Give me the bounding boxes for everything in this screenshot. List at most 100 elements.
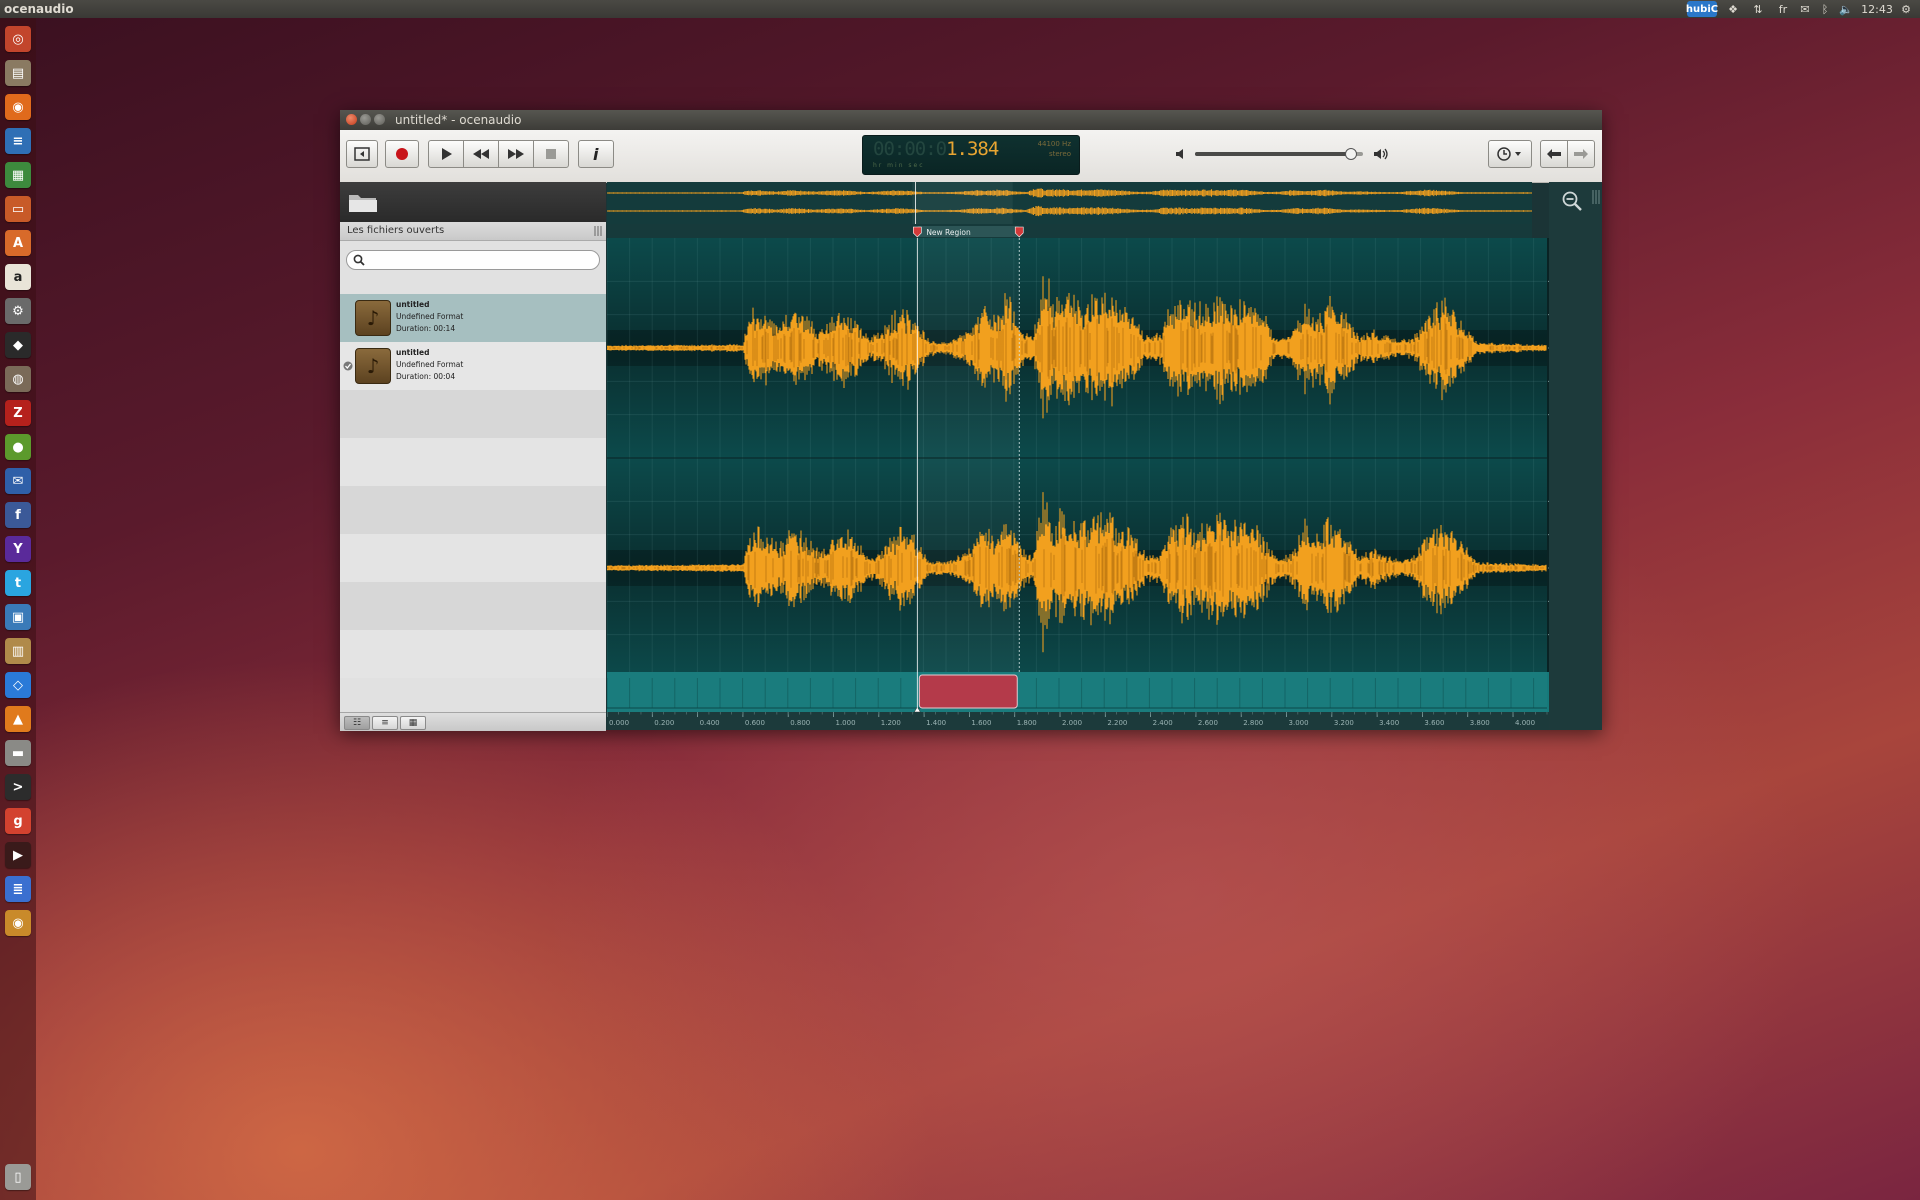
sidebar-footer: ☷ ≡ ▦ [340,712,606,731]
details-view-button[interactable]: ☷ [344,716,370,730]
volume-slider[interactable] [1195,148,1363,160]
software-center-icon[interactable]: A [5,230,31,256]
info-icon: i [593,146,599,162]
x-tick-label: 3.800 [1470,719,1490,727]
arrow-left-icon [1547,149,1561,159]
time-units: hr min sec [873,162,925,169]
remote-desktop-icon[interactable]: ▣ [5,604,31,630]
close-window-button[interactable] [346,114,357,125]
history-dropdown-button[interactable] [1488,140,1532,168]
hubic-indicator[interactable]: hubiC [1686,1,1718,17]
dropbox-icon[interactable]: ◇ [5,672,31,698]
x-tick-label: 2.200 [1107,719,1127,727]
youtube-icon[interactable]: ▶ [5,842,31,868]
impress-icon[interactable]: ▭ [5,196,31,222]
inkscape-icon[interactable]: ◆ [5,332,31,358]
file-search-field[interactable] [346,250,600,270]
x-tick-label: 0.000 [609,719,629,727]
volume-low-icon [1176,149,1183,159]
open-folder-icon[interactable] [348,190,378,214]
sidebar-header [340,182,606,222]
yahoo-icon[interactable]: Y [5,536,31,562]
volume-slider-fill [1195,152,1352,156]
x-tick-label: 3.200 [1334,719,1354,727]
panel-grip-icon[interactable] [1592,190,1600,204]
twitter-icon[interactable]: t [5,570,31,596]
x-tick-label: 2.800 [1243,719,1263,727]
region-bar[interactable]: New Region [607,224,1532,238]
calc-icon[interactable]: ▦ [5,162,31,188]
x-tick-label: 1.800 [1017,719,1037,727]
minimize-window-button[interactable] [360,114,371,125]
ubuntu-dash-icon[interactable]: ◎ [5,26,31,52]
rewind-button[interactable] [463,140,499,168]
tomato-icon[interactable]: ● [5,434,31,460]
fast-forward-icon [508,149,524,159]
dropbox-indicator-icon[interactable]: ❖ [1725,1,1741,17]
stop-button[interactable] [533,140,569,168]
file-format: Undefined Format [396,312,464,321]
search-icon [353,254,365,266]
file-list-item[interactable]: ♪ untitled Undefined Format Duration: 00… [340,342,606,390]
volume-indicator-icon[interactable]: 🔈 [1838,1,1854,17]
region-label: New Region [926,228,971,237]
redo-button[interactable] [1567,140,1595,168]
vlc-icon[interactable]: ▲ [5,706,31,732]
ocenaudio-window: untitled* - ocenaudio i 00:00:01.384 441… [340,110,1602,731]
volume-slider-handle[interactable] [1345,148,1358,160]
grid-view-button[interactable]: ▦ [400,716,426,730]
settings-icon[interactable]: ⚙ [5,298,31,324]
waveform-editor[interactable]: smpl+20000+10000+0-10000-20000smpl+20000… [607,238,1549,678]
scanner-icon[interactable]: ▬ [5,740,31,766]
record-button[interactable] [385,140,419,168]
zoom-out-icon[interactable] [1561,190,1583,212]
music-note-icon: ♪ [355,300,391,336]
session-gear-icon[interactable]: ⚙ [1898,1,1914,17]
sample-rate: 44100 Hz [1037,140,1071,148]
file-list-item[interactable]: ♪ untitled Undefined Format Duration: 00… [340,294,606,342]
svg-text:i: i [593,146,599,162]
resize-grip-icon[interactable] [594,226,602,236]
selection-minimap[interactable] [607,672,1549,712]
google-plus-icon[interactable]: g [5,808,31,834]
amazon-icon[interactable]: a [5,264,31,290]
firefox-icon[interactable]: ◉ [5,94,31,120]
list-view-button[interactable]: ≡ [372,716,398,730]
search-input[interactable] [367,252,596,268]
files-icon[interactable]: ▤ [5,60,31,86]
play-button[interactable] [428,140,464,168]
info-button[interactable]: i [578,140,614,168]
toggle-sidebar-button[interactable] [346,140,378,168]
undo-button[interactable] [1540,140,1568,168]
keyboard-layout-icon[interactable]: fr [1775,1,1791,17]
filezilla-icon[interactable]: Z [5,400,31,426]
writer-icon[interactable]: ≡ [5,128,31,154]
waveform-overview[interactable] [607,182,1532,224]
network-updown-icon[interactable]: ⇅ [1750,1,1766,17]
gimp-icon[interactable]: ◍ [5,366,31,392]
x-tick-label: 1.000 [836,719,856,727]
clock[interactable]: 12:43 [1861,1,1893,17]
facebook-icon[interactable]: f [5,502,31,528]
time-display: 00:00:01.384 44100 Hz stereo hr min sec [862,135,1080,175]
x-tick-label: 0.200 [654,719,674,727]
play-icon [442,148,452,160]
terminal-icon[interactable]: > [5,774,31,800]
trash-icon[interactable]: ▯ [5,1164,31,1190]
archive-icon[interactable]: ▥ [5,638,31,664]
maximize-window-button[interactable] [374,114,385,125]
x-tick-label: 4.000 [1515,719,1535,727]
music-note-icon: ♪ [355,348,391,384]
window-titlebar: untitled* - ocenaudio [340,110,1602,130]
file-format: Undefined Format [396,360,464,369]
thunderbird-icon[interactable]: ✉ [5,468,31,494]
rewind-icon [473,149,489,159]
x-tick-label: 0.600 [745,719,765,727]
fast-forward-button[interactable] [498,140,534,168]
ocenaudio-icon[interactable]: ◉ [5,910,31,936]
window-title: untitled* - ocenaudio [395,113,522,127]
bluetooth-icon[interactable]: ᛒ [1817,1,1833,17]
time-display-value: 1.384 [946,138,999,160]
docs-icon[interactable]: ≣ [5,876,31,902]
mail-indicator-icon[interactable]: ✉ [1797,1,1813,17]
